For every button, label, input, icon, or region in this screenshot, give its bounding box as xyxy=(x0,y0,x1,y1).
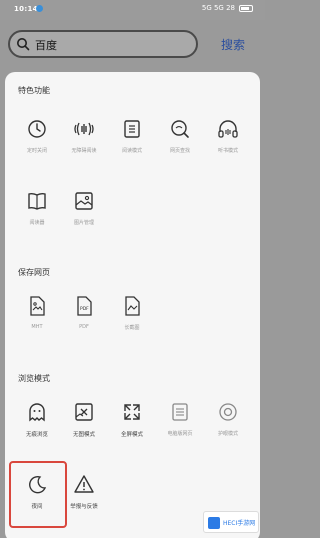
image-icon xyxy=(75,192,93,210)
watermark-text: HECI手游网 xyxy=(223,520,256,527)
search-button[interactable]: 搜索 xyxy=(221,36,245,53)
watermark: HECI手游网 xyxy=(203,511,259,533)
item-label: 全屏模式 xyxy=(120,432,143,438)
watermark-logo-icon xyxy=(208,517,220,529)
item-label: 网页查找 xyxy=(169,148,190,154)
battery-icon xyxy=(239,4,253,12)
pdf-file-icon: PDF xyxy=(77,296,92,316)
timer-close-button[interactable]: 定时关闭 xyxy=(14,117,60,173)
search-query: 百度 xyxy=(35,39,57,52)
listen-book-button[interactable]: 听书模式 xyxy=(205,117,251,173)
item-label: 定时关闭 xyxy=(26,148,47,154)
svg-text:PDF: PDF xyxy=(80,306,89,312)
book-icon xyxy=(28,192,46,210)
status-bar: 10:14 5G 5G 28 xyxy=(0,0,265,20)
item-label: PDF xyxy=(79,324,89,330)
item-label: 阅读器 xyxy=(29,220,45,226)
page-search-button[interactable]: 网页查找 xyxy=(157,117,203,173)
item-label: 无痕浏览 xyxy=(25,432,48,438)
report-feedback-button[interactable]: 举报与反馈 xyxy=(61,472,107,528)
item-label: 无障碍阅读 xyxy=(71,148,97,154)
search-input[interactable]: 百度 xyxy=(8,30,198,58)
item-label: 电脑版网页 xyxy=(167,431,193,437)
no-image-icon xyxy=(75,403,93,421)
ghost-icon xyxy=(29,403,45,422)
item-label: 无图模式 xyxy=(72,432,95,438)
long-screenshot-icon xyxy=(125,296,140,316)
signal-text: 5G 5G 28 xyxy=(201,4,235,12)
section-title-save: 保存网页 xyxy=(18,268,50,277)
search-icon xyxy=(17,38,30,51)
warning-icon xyxy=(74,475,94,493)
section-title-browse: 浏览模式 xyxy=(18,374,50,383)
file-image-icon xyxy=(30,296,45,316)
image-manage-button[interactable]: 图片管理 xyxy=(61,189,107,245)
audio-wave-icon xyxy=(74,122,94,136)
item-label: MHT xyxy=(31,324,43,330)
eye-icon xyxy=(219,403,237,421)
highlight-box xyxy=(9,461,67,528)
incognito-button[interactable]: 无痕浏览 xyxy=(14,400,60,456)
reading-mode-button[interactable]: 阅读模式 xyxy=(109,117,155,173)
reader-button[interactable]: 阅读器 xyxy=(14,189,60,245)
eye-care-button[interactable]: 护眼模式 xyxy=(205,400,251,456)
desktop-site-button[interactable]: 电脑版网页 xyxy=(157,400,203,456)
item-label: 图片管理 xyxy=(73,220,94,226)
status-right: 5G 5G 28 xyxy=(202,4,253,12)
item-label: 听书模式 xyxy=(217,148,238,154)
search-page-icon xyxy=(171,120,189,138)
clock-icon xyxy=(28,120,46,138)
accessible-read-button[interactable]: 无障碍阅读 xyxy=(61,117,107,173)
item-label: 阅读模式 xyxy=(121,148,142,154)
fullscreen-mode-button[interactable]: 全屏模式 xyxy=(109,400,155,456)
section-title-special: 特色功能 xyxy=(18,86,50,95)
save-pdf-button[interactable]: PDF PDF xyxy=(61,294,107,350)
save-mht-button[interactable]: MHT xyxy=(14,294,60,350)
headphones-icon xyxy=(218,120,238,138)
no-image-mode-button[interactable]: 无图模式 xyxy=(61,400,107,456)
desktop-page-icon xyxy=(172,403,188,421)
item-label: 长截图 xyxy=(124,325,140,331)
status-time: 10:14 xyxy=(14,5,38,13)
notification-icon xyxy=(36,5,43,12)
item-label: 护眼模式 xyxy=(217,431,238,437)
fullscreen-icon xyxy=(124,404,140,420)
reading-page-icon xyxy=(124,120,140,138)
long-screenshot-button[interactable]: 长截图 xyxy=(109,294,155,350)
